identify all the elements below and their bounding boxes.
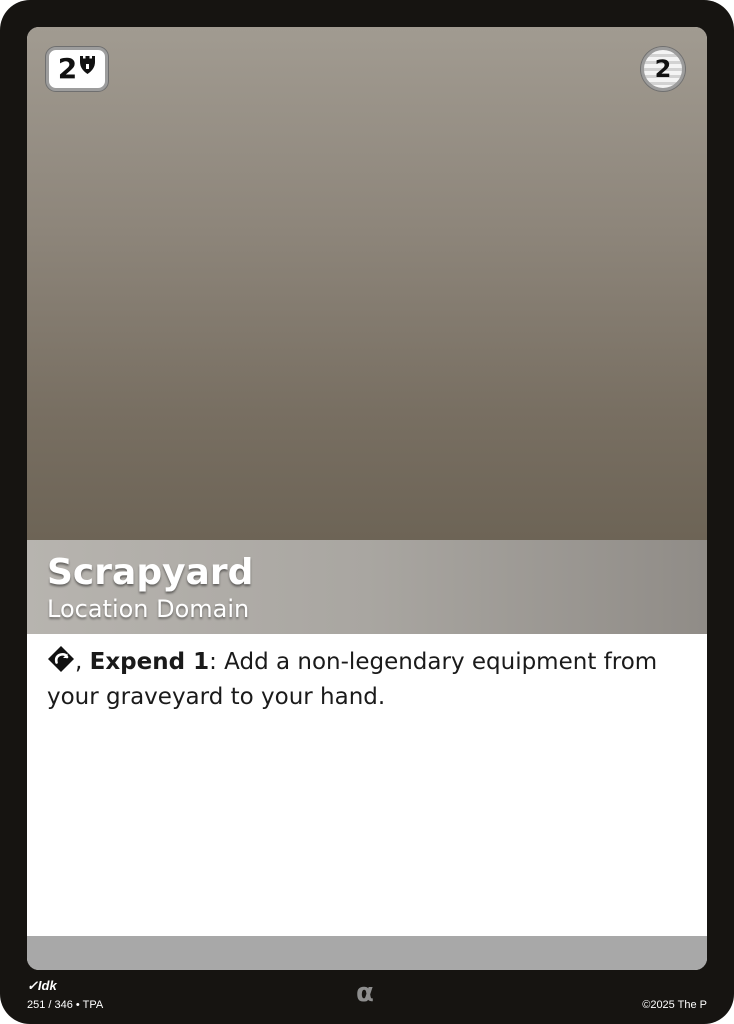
power-badge: 2 — [641, 47, 685, 91]
cost-value: 2 — [57, 52, 78, 85]
game-card[interactable]: 2 2 Scrapyard Location Domain , Expend 1… — [0, 0, 734, 1024]
fortress-icon — [80, 56, 96, 74]
rules-text-box: , Expend 1: Add a non-legendary equipmen… — [27, 634, 707, 936]
copyright-text: ©2025 The P — [642, 999, 707, 1011]
rules-colon: : — [209, 649, 217, 675]
card-frame: 2 2 Scrapyard Location Domain , Expend 1… — [27, 27, 707, 970]
cost-badge: 2 — [46, 47, 108, 91]
exhaust-icon — [48, 646, 74, 672]
artist-name: Idk — [37, 978, 57, 993]
card-type-line: Location Domain — [47, 595, 250, 623]
rules-text: , Expend 1: Add a non-legendary equipmen… — [47, 645, 667, 715]
brush-icon: ✓ — [27, 978, 38, 993]
card-art — [27, 27, 707, 540]
collector-number: 251 / 346 • TPA — [27, 999, 104, 1011]
rules-keyword: Expend 1 — [89, 649, 210, 675]
rules-separator: , — [75, 649, 90, 675]
rarity-symbol: α — [356, 978, 374, 1008]
card-name: Scrapyard — [47, 552, 254, 593]
artist-credit: ✓Idk — [27, 978, 57, 994]
title-bar: Scrapyard Location Domain — [27, 540, 707, 634]
power-value: 2 — [654, 55, 672, 83]
bottom-strip — [27, 936, 707, 970]
